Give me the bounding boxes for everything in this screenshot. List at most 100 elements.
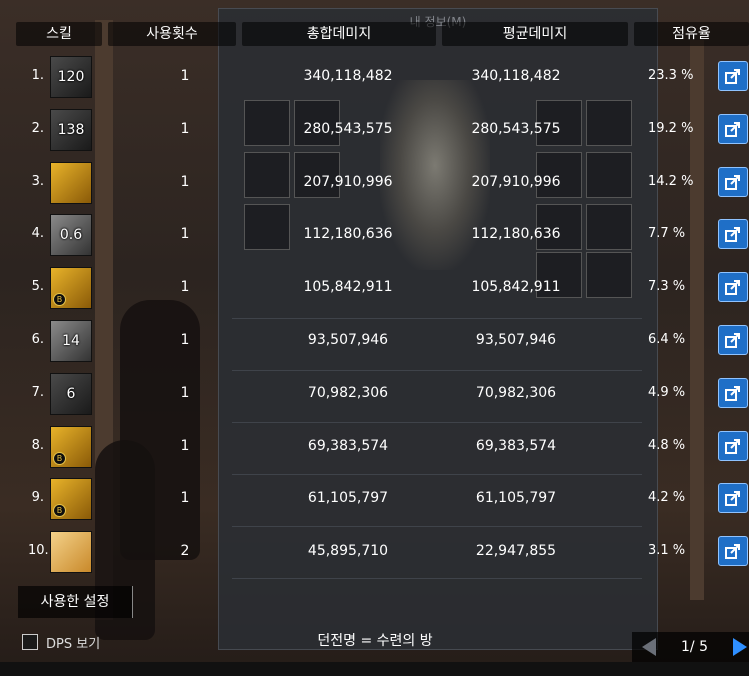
table-row: 5. B 1 105,842,911 105,842,911 7.3 % bbox=[0, 264, 749, 310]
row-rank: 6. bbox=[31, 332, 44, 347]
header-skill: 스킬 bbox=[16, 22, 102, 46]
row-share: 4.8 % bbox=[648, 438, 686, 453]
row-uses: 1 bbox=[180, 332, 190, 348]
share-icon bbox=[725, 280, 740, 295]
table-row: 4. 0.6 1 112,180,636 112,180,636 7.7 % bbox=[0, 211, 749, 257]
share-icon bbox=[725, 227, 740, 242]
skill-badge: B bbox=[53, 504, 66, 517]
stat-divider bbox=[232, 578, 642, 579]
row-share: 19.2 % bbox=[648, 121, 694, 136]
row-rank: 7. bbox=[31, 385, 44, 400]
row-rank: 4. bbox=[31, 226, 44, 241]
header-avg: 평균데미지 bbox=[442, 22, 628, 46]
table-row: 1. 120 1 340,118,482 340,118,482 23.3 % bbox=[0, 53, 749, 99]
row-uses: 1 bbox=[180, 385, 190, 401]
header-total: 총합데미지 bbox=[242, 22, 436, 46]
row-total-damage: 70,982,306 bbox=[307, 385, 389, 401]
skill-icon: B bbox=[50, 267, 92, 309]
share-button[interactable] bbox=[718, 114, 748, 144]
row-average-damage: 22,947,855 bbox=[475, 543, 557, 559]
bottom-hud bbox=[0, 662, 749, 676]
share-icon bbox=[725, 491, 740, 506]
row-total-damage: 280,543,575 bbox=[303, 121, 393, 137]
next-page-icon[interactable] bbox=[733, 638, 747, 656]
stat-divider bbox=[232, 526, 642, 527]
skill-icon: 138 bbox=[50, 109, 92, 151]
row-rank: 1. bbox=[31, 68, 44, 83]
row-total-damage: 105,842,911 bbox=[303, 279, 393, 295]
row-share: 6.4 % bbox=[648, 332, 686, 347]
row-uses: 2 bbox=[180, 543, 190, 559]
row-average-damage: 112,180,636 bbox=[471, 226, 561, 242]
row-uses: 1 bbox=[180, 438, 190, 454]
row-average-damage: 105,842,911 bbox=[471, 279, 561, 295]
row-rank: 2. bbox=[31, 121, 44, 136]
share-button[interactable] bbox=[718, 219, 748, 249]
table-row: 6. 14 1 93,507,946 93,507,946 6.4 % bbox=[0, 317, 749, 363]
skill-icon-label: 0.6 bbox=[59, 227, 83, 243]
share-button[interactable] bbox=[718, 61, 748, 91]
row-uses: 1 bbox=[180, 68, 190, 84]
share-button[interactable] bbox=[718, 167, 748, 197]
skill-icon-label: 6 bbox=[66, 386, 76, 402]
skill-badge: B bbox=[53, 293, 66, 306]
share-button[interactable] bbox=[718, 483, 748, 513]
row-total-damage: 69,383,574 bbox=[307, 438, 389, 454]
row-average-damage: 207,910,996 bbox=[471, 174, 561, 190]
row-average-damage: 69,383,574 bbox=[475, 438, 557, 454]
page-indicator: 1/ 5 bbox=[681, 639, 708, 655]
share-button[interactable] bbox=[718, 536, 748, 566]
row-rank: 5. bbox=[31, 279, 44, 294]
row-total-damage: 207,910,996 bbox=[303, 174, 393, 190]
row-total-damage: 45,895,710 bbox=[307, 543, 389, 559]
row-share: 4.9 % bbox=[648, 385, 686, 400]
header-uses: 사용횟수 bbox=[108, 22, 236, 46]
row-rank: 8. bbox=[31, 438, 44, 453]
row-total-damage: 112,180,636 bbox=[303, 226, 393, 242]
skill-icon-label: 120 bbox=[57, 69, 85, 85]
row-total-damage: 61,105,797 bbox=[307, 490, 389, 506]
table-row: 2. 138 1 280,543,575 280,543,575 19.2 % bbox=[0, 106, 749, 152]
share-button[interactable] bbox=[718, 431, 748, 461]
row-average-damage: 61,105,797 bbox=[475, 490, 557, 506]
row-uses: 1 bbox=[180, 490, 190, 506]
skill-icon: B bbox=[50, 426, 92, 468]
dungeon-name: 던전명 = 수련의 방 bbox=[317, 633, 433, 649]
share-icon bbox=[725, 175, 740, 190]
table-row: 3. 1 207,910,996 207,910,996 14.2 % bbox=[0, 159, 749, 205]
share-icon bbox=[725, 439, 740, 454]
pager: 1/ 5 bbox=[632, 632, 749, 662]
header-share: 점유율 bbox=[634, 22, 749, 46]
row-rank: 9. bbox=[31, 490, 44, 505]
share-icon bbox=[725, 122, 740, 137]
share-button[interactable] bbox=[718, 378, 748, 408]
share-icon bbox=[725, 386, 740, 401]
dps-toggle[interactable]: DPS 보기 bbox=[22, 632, 100, 652]
table-row: 8. B 1 69,383,574 69,383,574 4.8 % bbox=[0, 423, 749, 469]
used-settings-tab[interactable]: 사용한 설정 bbox=[18, 586, 133, 618]
skill-icon-label: 14 bbox=[62, 333, 80, 349]
share-icon bbox=[725, 333, 740, 348]
row-average-damage: 70,982,306 bbox=[475, 385, 557, 401]
prev-page-icon[interactable] bbox=[642, 638, 656, 656]
table-header: 스킬 사용횟수 총합데미지 평균데미지 점유율 bbox=[16, 22, 749, 46]
row-uses: 1 bbox=[180, 174, 190, 190]
share-button[interactable] bbox=[718, 272, 748, 302]
row-average-damage: 340,118,482 bbox=[471, 68, 561, 84]
row-average-damage: 280,543,575 bbox=[471, 121, 561, 137]
share-icon bbox=[725, 544, 740, 559]
skill-icon bbox=[50, 531, 92, 573]
table-row: 10. 2 45,895,710 22,947,855 3.1 % bbox=[0, 528, 749, 574]
skill-icon: B bbox=[50, 478, 92, 520]
table-row: 9. B 1 61,105,797 61,105,797 4.2 % bbox=[0, 475, 749, 521]
dps-label: DPS 보기 bbox=[46, 636, 101, 652]
row-share: 14.2 % bbox=[648, 174, 694, 189]
row-uses: 1 bbox=[180, 279, 190, 295]
share-icon bbox=[725, 69, 740, 84]
table-row: 7. 6 1 70,982,306 70,982,306 4.9 % bbox=[0, 370, 749, 416]
dps-checkbox[interactable] bbox=[22, 634, 38, 650]
share-button[interactable] bbox=[718, 325, 748, 355]
row-share: 3.1 % bbox=[648, 543, 686, 558]
skill-icon: 120 bbox=[50, 56, 92, 98]
row-rank: 3. bbox=[31, 174, 44, 189]
